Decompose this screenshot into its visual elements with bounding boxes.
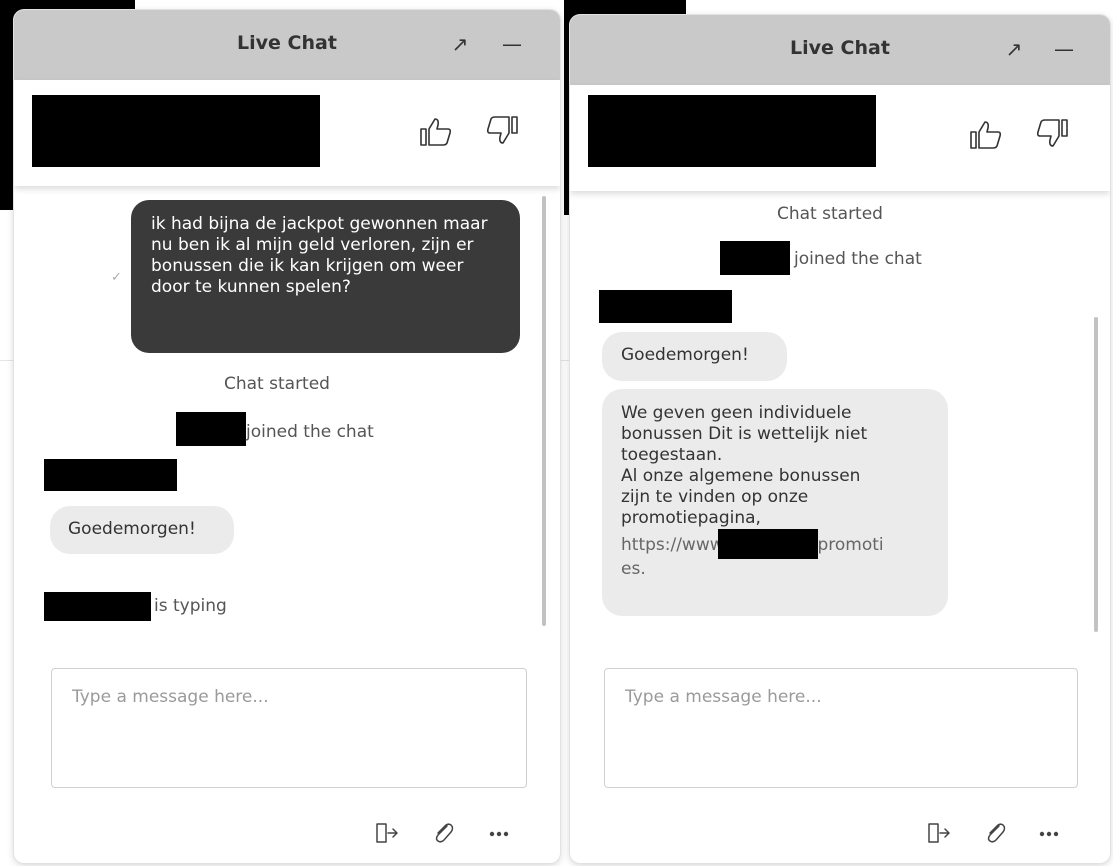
minimize-button[interactable]: — [498,30,526,58]
exit-icon [928,823,950,843]
thumbs-up-icon [420,118,452,146]
more-icon [1039,831,1059,837]
chat-started-label: Chat started [777,204,883,224]
promotions-link-end[interactable]: es. [621,559,929,580]
message-input[interactable] [604,668,1078,788]
agent-message-bubble: Goedemorgen! [602,332,787,381]
popout-button[interactable]: ↗ [1000,35,1028,63]
message-list[interactable]: ✓ ik had bijna de jackpot gewonnen maar … [14,186,560,658]
popout-icon: ↗ [1005,37,1023,61]
thumbs-up-button[interactable] [968,117,1004,153]
link-suffix: promoti [817,535,884,555]
thumbs-up-icon [970,121,1002,149]
agent-reply-line: toegestaan. [621,445,723,465]
chat-window-left: Live Chat ↗ — ✓ ik had bijna de jackpot … [14,10,560,863]
agent-reply-line: We geven geen individuele [621,403,852,423]
thumbs-down-icon [486,116,518,144]
thumbs-down-icon [1036,119,1068,147]
agent-reply-line: bonussen Dit is wettelijk niet [621,424,868,444]
agent-message-bubble: Goedemorgen! [50,506,234,554]
background-divider-left [0,360,14,361]
exit-icon [376,823,398,843]
more-options-button[interactable] [1036,820,1062,846]
end-chat-button[interactable] [926,820,952,846]
chat-header: Live Chat ↗ — [570,15,1110,85]
chat-header: Live Chat ↗ — [14,10,560,80]
more-options-button[interactable] [486,820,512,846]
agent-name-redacted [44,459,177,491]
chat-window-right: Live Chat ↗ — Chat started joined the ch… [570,15,1110,863]
chat-started-label: Chat started [224,374,330,394]
chat-title: Live Chat [237,32,337,54]
popout-icon: ↗ [451,32,469,56]
message-list[interactable]: Chat started joined the chat Goedemorgen… [570,191,1110,658]
agent-name-redacted [599,290,732,323]
chat-title: Live Chat [790,37,890,59]
promotions-link[interactable]: https://www. promoti [621,529,929,559]
agent-name-redacted [32,95,320,167]
popout-button[interactable]: ↗ [446,30,474,58]
thumbs-down-button[interactable] [484,112,520,148]
agent-name-redacted [44,592,151,621]
agent-reply-line: promotiepagina, [621,508,761,528]
agent-name-redacted [588,95,876,167]
agent-name-redacted [720,241,790,275]
attach-file-button[interactable] [982,820,1008,846]
agent-message-text: Goedemorgen! [621,345,749,365]
agent-info-bar [570,85,1110,191]
minimize-icon: — [1054,37,1074,61]
typing-indicator: is typing [154,596,227,616]
visitor-message-bubble: ik had bijna de jackpot gewonnen maar nu… [131,200,520,353]
joined-chat-label: joined the chat [246,422,374,442]
agent-name-redacted [176,412,246,446]
message-scrollbar[interactable] [1094,317,1098,632]
delivered-check-icon: ✓ [111,270,122,285]
message-scrollbar[interactable] [542,196,546,626]
attach-file-button[interactable] [430,820,456,846]
more-icon [489,831,509,837]
link-domain-redacted [717,529,818,559]
agent-reply-line: zijn te vinden op onze [621,487,809,507]
paperclip-icon [435,823,454,843]
agent-reply-line: Al onze algemene bonussen [621,466,861,486]
visitor-message-text: ik had bijna de jackpot gewonnen maar nu… [151,214,488,297]
thumbs-down-button[interactable] [1034,115,1070,151]
joined-chat-label: joined the chat [794,249,922,269]
agent-info-bar [14,80,560,186]
thumbs-up-button[interactable] [418,114,454,150]
link-prefix: https://www. [621,535,728,555]
paperclip-icon [987,823,1006,843]
agent-message-text: Goedemorgen! [68,519,196,539]
end-chat-button[interactable] [374,820,400,846]
agent-reply-bubble: We geven geen individuele bonussen Dit i… [602,389,948,616]
message-input[interactable] [51,668,527,788]
minimize-icon: — [502,32,522,56]
minimize-button[interactable]: — [1050,35,1078,63]
